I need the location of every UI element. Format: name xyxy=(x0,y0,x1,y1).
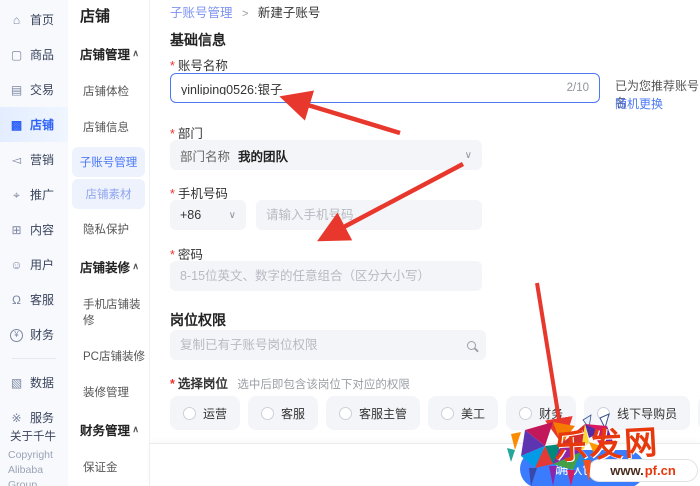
copyright-text: Copyright Alibaba Group xyxy=(8,449,53,486)
person-icon: ☺ xyxy=(10,257,23,272)
position-option-customer-service[interactable]: 客服 xyxy=(248,396,319,430)
rail-label: 首页 xyxy=(30,13,55,27)
app-window: ⌂ 首页 ▢ 商品 ▤ 交易 ▩ 店铺 ◅ 营销 ⌖ 推广 ⊞ 内容 ☺ 用户 xyxy=(0,0,700,486)
rail-item-trade[interactable]: ▤ 交易 xyxy=(0,72,68,107)
subnav-item-subaccount-management[interactable]: 子账号管理 xyxy=(72,147,145,177)
permission-search-input[interactable] xyxy=(180,338,467,352)
watermark-url-domain: pf.cn xyxy=(644,463,676,478)
watermark-site-name: 乐发网 xyxy=(553,425,661,467)
select-position-label: * 选择岗位 选中后即包含该岗位下对应的权限 xyxy=(170,377,410,391)
rail-label: 推广 xyxy=(30,188,55,202)
megaphone-icon: ◅ xyxy=(11,152,22,167)
position-option-operations[interactable]: 运营 xyxy=(170,396,241,430)
group-store-decoration[interactable]: 店铺装修 ∧ xyxy=(68,247,149,286)
collapse-caret-icon: ∧ xyxy=(132,48,139,58)
breadcrumb-subaccount-link[interactable]: 子账号管理 xyxy=(170,6,233,20)
collapse-caret-icon: ∧ xyxy=(132,424,139,434)
radio-icon[interactable] xyxy=(519,406,533,420)
rail-item-data[interactable]: ▧ 数据 xyxy=(0,365,68,400)
country-code-value: +86 xyxy=(180,208,202,222)
subnav-item-store-checkup[interactable]: 店铺体检 xyxy=(68,73,149,109)
group-finance-management[interactable]: 财务管理 ∧ xyxy=(68,410,149,449)
subnav-item-store-info[interactable]: 店铺信息 xyxy=(68,109,149,145)
product-box-icon: ▢ xyxy=(10,47,23,62)
permission-search-field xyxy=(170,330,486,360)
subnav-item-decoration-management[interactable]: 装修管理 xyxy=(68,374,149,410)
rail-item-finance[interactable]: ¥ 财务 xyxy=(0,317,68,352)
group-store-management[interactable]: 店铺管理 ∧ xyxy=(68,34,149,73)
radio-icon[interactable] xyxy=(339,406,353,420)
account-name-input[interactable] xyxy=(181,81,561,95)
chevron-down-icon: ∨ xyxy=(228,209,236,221)
password-field xyxy=(170,261,482,291)
chart-icon: ▧ xyxy=(10,375,23,390)
rail-item-content[interactable]: ⊞ 内容 xyxy=(0,212,68,247)
location-pin-icon: ⌖ xyxy=(13,187,20,202)
rail-label: 店铺 xyxy=(30,118,55,132)
rail-label: 交易 xyxy=(30,83,55,97)
department-select[interactable]: 部门名称 我的团队 ∨ xyxy=(170,140,482,170)
rail-item-store[interactable]: ▩ 店铺 xyxy=(0,107,68,142)
rail-label: 用户 xyxy=(30,258,55,272)
service-icon: ※ xyxy=(11,410,22,425)
rail-label: 数据 xyxy=(30,376,55,390)
breadcrumb-separator: > xyxy=(242,8,249,20)
department-prefix: 部门名称 xyxy=(180,149,231,164)
phone-field xyxy=(256,200,482,230)
department-value: 我的团队 xyxy=(238,149,289,164)
home-icon: ⌂ xyxy=(12,12,21,27)
rail-item-products[interactable]: ▢ 商品 xyxy=(0,37,68,72)
phone-input[interactable] xyxy=(266,208,472,222)
radio-icon[interactable] xyxy=(441,406,455,420)
rail-item-services[interactable]: ※ 服务 xyxy=(0,400,68,428)
position-option-cs-supervisor[interactable]: 客服主管 xyxy=(326,396,421,430)
store-subnav: 店铺 店铺管理 ∧ 店铺体检 店铺信息 子账号管理 店铺素材 隐私保护 店铺装修… xyxy=(68,0,150,486)
password-input[interactable] xyxy=(180,269,472,283)
order-list-icon: ▤ xyxy=(10,82,23,97)
breadcrumb: 子账号管理 > 新建子账号 xyxy=(170,2,320,21)
subnav-item-mobile-decoration[interactable]: 手机店铺装修 xyxy=(68,286,149,338)
char-counter: 2/10 xyxy=(566,82,589,94)
search-icon xyxy=(467,340,476,350)
subnav-item-privacy[interactable]: 隐私保护 xyxy=(68,211,149,247)
headset-icon: Ω xyxy=(12,292,21,307)
select-position-hint: 选中后即包含该岗位下对应的权限 xyxy=(237,379,410,391)
main-content: 子账号管理 > 新建子账号 基础信息 *账号名称 2/10 已为您推荐账号名 随… xyxy=(150,0,700,486)
account-name-label: * 账号名称 xyxy=(170,59,228,73)
rail-label: 财务 xyxy=(30,328,55,342)
shuffle-name-link[interactable]: 随机更换 xyxy=(615,95,663,112)
subnav-item-deposit[interactable]: 保证金 xyxy=(68,449,149,485)
subnav-item-pc-decoration[interactable]: PC店铺装修 xyxy=(68,338,149,374)
chevron-down-icon: ∨ xyxy=(464,149,472,161)
breadcrumb-current: 新建子账号 xyxy=(257,6,321,20)
rail-label: 服务 xyxy=(30,411,55,425)
account-name-field: 2/10 xyxy=(170,73,600,103)
yuan-circle-icon: ¥ xyxy=(10,328,23,342)
rail-label: 内容 xyxy=(30,223,55,237)
radio-icon[interactable] xyxy=(261,406,275,420)
country-code-select[interactable]: +86 ∨ xyxy=(170,200,246,230)
subnav-title: 店铺 xyxy=(80,8,111,25)
section-position-permission: 岗位权限 xyxy=(170,312,226,328)
section-basic-info: 基础信息 xyxy=(170,32,226,48)
radio-icon[interactable] xyxy=(183,406,196,420)
rail-divider xyxy=(12,358,56,359)
rail-item-promotion[interactable]: ⌖ 推广 xyxy=(0,177,68,212)
rail-label: 商品 xyxy=(30,48,55,62)
nav-rail: ⌂ 首页 ▢ 商品 ▤ 交易 ▩ 店铺 ◅ 营销 ⌖ 推广 ⊞ 内容 ☺ 用户 xyxy=(0,0,68,486)
rail-item-users[interactable]: ☺ 用户 xyxy=(0,247,68,282)
collapse-caret-icon: ∧ xyxy=(132,261,139,271)
position-option-designer[interactable]: 美工 xyxy=(428,396,499,430)
rail-label: 营销 xyxy=(30,153,55,167)
subnav-item-store-assets[interactable]: 店铺素材 xyxy=(72,179,145,209)
rail-item-service[interactable]: Ω 客服 xyxy=(0,282,68,317)
hash-circle-icon: ⊞ xyxy=(11,222,22,237)
rail-item-about-qianniu[interactable]: 关于千牛 xyxy=(0,428,68,448)
store-icon: ▩ xyxy=(10,117,23,132)
rail-item-home[interactable]: ⌂ 首页 xyxy=(0,2,68,37)
rail-item-marketing[interactable]: ◅ 营销 xyxy=(0,142,68,177)
rail-label: 客服 xyxy=(30,293,55,307)
